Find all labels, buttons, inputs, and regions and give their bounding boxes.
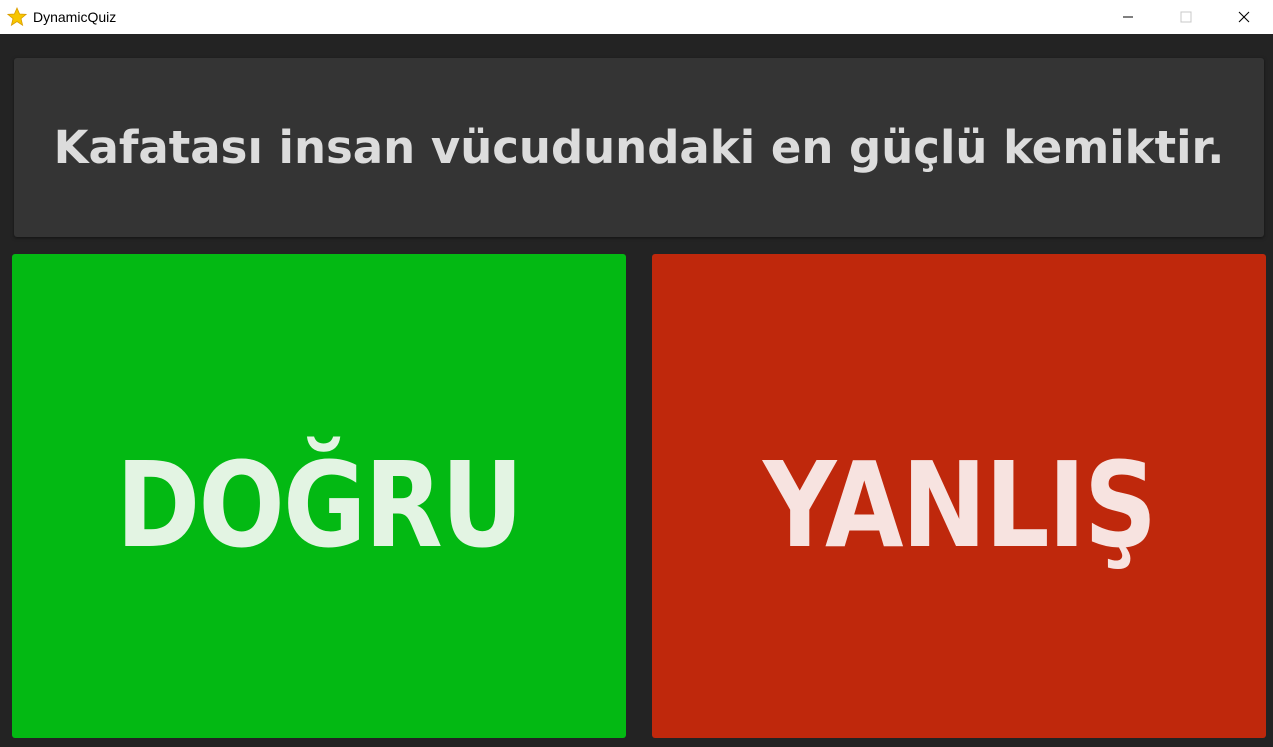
maximize-button[interactable] xyxy=(1157,0,1215,34)
maximize-icon xyxy=(1180,11,1192,23)
title-bar: DynamicQuiz xyxy=(0,0,1273,34)
false-answer-button[interactable]: YANLIŞ xyxy=(652,254,1266,738)
minimize-icon xyxy=(1123,16,1133,18)
close-button[interactable] xyxy=(1215,0,1273,34)
window-controls xyxy=(1099,0,1273,34)
question-panel: Kafatası insan vücudundaki en güçlü kemi… xyxy=(14,58,1264,237)
quiz-area: Kafatası insan vücudundaki en güçlü kemi… xyxy=(0,34,1273,747)
true-answer-button[interactable]: DOĞRU xyxy=(12,254,626,738)
window-title: DynamicQuiz xyxy=(33,9,117,25)
question-text: Kafatası insan vücudundaki en güçlü kemi… xyxy=(53,121,1225,174)
minimize-button[interactable] xyxy=(1099,0,1157,34)
close-icon xyxy=(1238,11,1250,23)
star-icon xyxy=(7,7,27,27)
false-answer-label: YANLIŞ xyxy=(762,436,1157,574)
true-answer-label: DOĞRU xyxy=(116,436,523,574)
